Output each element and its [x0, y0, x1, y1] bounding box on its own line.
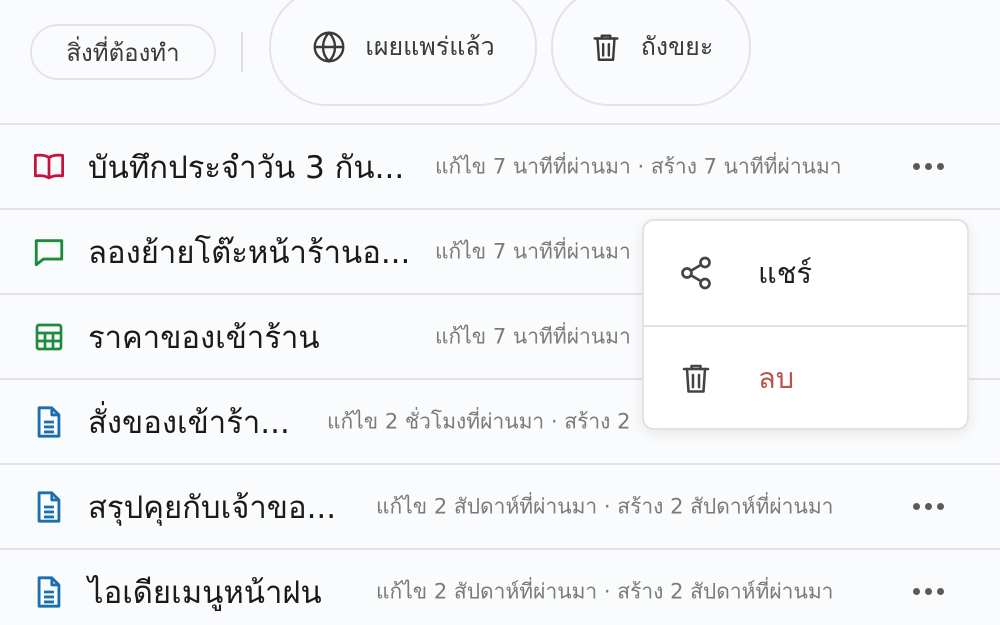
chat-bubble-icon	[30, 233, 68, 271]
filter-divider	[241, 32, 243, 72]
list-item-meta: แก้ไข 2 สัปดาห์ที่ผ่านมา · สร้าง 2 สัปดา…	[376, 579, 834, 603]
list-item-title: ลองย้ายโต๊ะหน้าร้านอ...	[88, 234, 411, 271]
context-menu: แชร์ ลบ	[642, 219, 969, 430]
list-item-meta: แก้ไข 7 นาทีที่ผ่านมา · สร้าง 7 นาทีที่ผ…	[435, 154, 842, 178]
filter-trash-chip[interactable]: ถังขยะ	[551, 0, 751, 106]
list-item-title: สั่งของเข้าร้า...	[88, 404, 290, 441]
filter-todo-label: สิ่งที่ต้องทำ	[66, 38, 180, 67]
filter-published-chip[interactable]: เผยแพร่แล้ว	[269, 0, 537, 106]
list-item-meta: แก้ไข 2 ชั่วโมงที่ผ่านมา · สร้าง 2	[327, 409, 631, 433]
more-options-icon[interactable]	[904, 487, 952, 527]
filter-bar: สิ่งที่ต้องทำ เผยแพร่แล้ว ถังขยะ	[0, 0, 1000, 124]
trash-icon	[593, 34, 619, 61]
menu-share-label: แชร์	[758, 256, 812, 290]
list-item[interactable]: บันทึกประจำวัน 3 กัน... แก้ไข 7 นาทีที่ผ…	[0, 125, 1000, 210]
list-item-meta: แก้ไข 2 สัปดาห์ที่ผ่านมา · สร้าง 2 สัปดา…	[376, 494, 834, 518]
document-icon	[30, 488, 68, 526]
trash-icon	[676, 358, 716, 398]
more-options-icon[interactable]	[904, 147, 952, 187]
filter-trash-label: ถังขยะ	[640, 32, 714, 61]
notes-list-screen: สิ่งที่ต้องทำ เผยแพร่แล้ว ถังขยะ บันทึกป…	[0, 0, 1000, 625]
journal-book-icon	[30, 148, 68, 186]
spreadsheet-icon	[30, 318, 68, 356]
list-item-meta: แก้ไข 7 นาทีที่ผ่านมา	[435, 324, 631, 348]
list-item[interactable]: ไอเดียเมนูหน้าฝน แก้ไข 2 สัปดาห์ที่ผ่านม…	[0, 550, 1000, 625]
document-icon	[30, 403, 68, 441]
document-icon	[30, 573, 68, 611]
list-item-title: ราคาของเข้าร้าน	[88, 319, 320, 356]
filter-todo-chip[interactable]: สิ่งที่ต้องทำ	[30, 24, 216, 80]
menu-item-share[interactable]: แชร์	[644, 221, 967, 325]
list-item[interactable]: สรุปคุยกับเจ้าขอ... แก้ไข 2 สัปดาห์ที่ผ่…	[0, 465, 1000, 550]
list-item-title: สรุปคุยกับเจ้าขอ...	[88, 489, 337, 526]
menu-delete-label: ลบ	[758, 361, 795, 395]
share-icon	[676, 253, 716, 293]
list-item-meta: แก้ไข 7 นาทีที่ผ่านมา	[435, 239, 631, 263]
globe-icon	[313, 31, 345, 63]
menu-item-delete[interactable]: ลบ	[644, 325, 967, 428]
list-item-title: ไอเดียเมนูหน้าฝน	[88, 574, 322, 611]
list-item-title: บันทึกประจำวัน 3 กัน...	[88, 149, 405, 186]
more-options-icon[interactable]	[904, 572, 952, 612]
filter-published-label: เผยแพร่แล้ว	[365, 32, 495, 61]
